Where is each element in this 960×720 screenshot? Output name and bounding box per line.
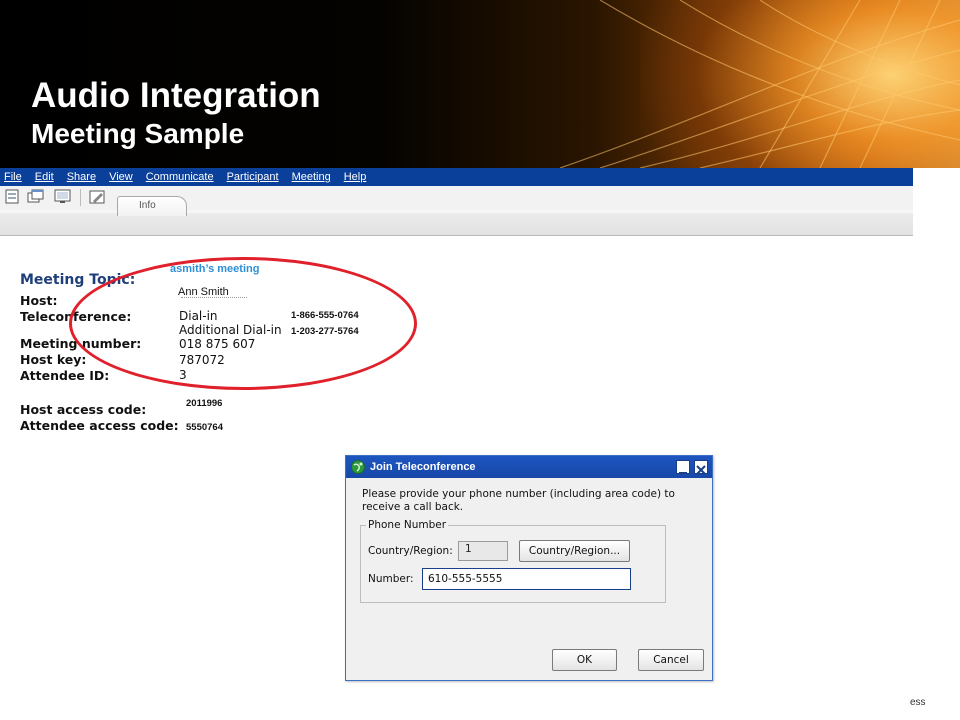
dialog-titlebar[interactable]: Join Teleconference <box>346 456 712 478</box>
phone-number-group <box>360 525 666 603</box>
tab-info-label: Info <box>139 200 156 211</box>
share-application-button[interactable] <box>26 189 46 205</box>
ok-button[interactable]: OK <box>552 649 617 671</box>
close-icon <box>696 465 706 475</box>
slide-subtitle: Meeting Sample <box>31 118 245 149</box>
pencil-icon <box>89 190 105 204</box>
slide-title: Audio Integration <box>31 76 321 115</box>
highlight-oval <box>69 257 417 390</box>
country-code-field[interactable]: 1 <box>458 541 508 561</box>
phone-number-group-label: Phone Number <box>366 519 449 531</box>
country-region-button[interactable]: Country/Region... <box>519 540 630 562</box>
attendee-id-label: Attendee ID: <box>20 368 110 383</box>
share-desktop-button[interactable] <box>3 189 23 205</box>
menu-meeting[interactable]: Meeting <box>292 171 331 183</box>
attendee-access-code-value: 5550764 <box>186 422 223 433</box>
menu-help[interactable]: Help <box>344 171 367 183</box>
monitor-icon <box>54 189 71 203</box>
tab-info[interactable]: Info <box>117 196 187 216</box>
join-teleconference-dialog: Join Teleconference Please provide your … <box>345 455 713 681</box>
menu-share[interactable]: Share <box>67 171 96 183</box>
host-label: Host: <box>20 293 58 308</box>
globe-icon <box>351 460 365 474</box>
host-key-label: Host key: <box>20 352 87 367</box>
toolbar-separator <box>80 189 81 206</box>
phone-number-input[interactable] <box>422 568 631 590</box>
footer-text-fragment: ess <box>910 697 926 708</box>
attendee-access-code-label: Attendee access code: <box>20 418 179 433</box>
menu-file[interactable]: File <box>4 171 22 183</box>
host-access-code-value: 2011996 <box>186 398 223 409</box>
number-label: Number: <box>368 573 414 585</box>
menu-participant[interactable]: Participant <box>227 171 279 183</box>
slide-header-banner: Audio Integration Meeting Sample <box>0 0 960 168</box>
minimize-button[interactable] <box>676 460 690 474</box>
dialog-title: Join Teleconference <box>370 461 476 473</box>
menu-edit[interactable]: Edit <box>35 171 54 183</box>
menu-bar: File Edit Share View Communicate Partici… <box>0 168 913 186</box>
tab-strip: Info <box>0 196 913 236</box>
share-window-button[interactable] <box>53 189 73 205</box>
host-access-code-label: Host access code: <box>20 402 147 417</box>
close-button[interactable] <box>694 460 708 475</box>
menu-view[interactable]: View <box>109 171 133 183</box>
country-region-label: Country/Region: <box>368 545 453 557</box>
cancel-button[interactable]: Cancel <box>638 649 704 671</box>
minimize-icon <box>679 472 687 474</box>
desktop-icon <box>5 189 19 204</box>
dialog-message: Please provide your phone number (includ… <box>362 488 675 513</box>
windows-icon <box>27 189 44 203</box>
menu-communicate[interactable]: Communicate <box>146 171 214 183</box>
annotate-button[interactable] <box>88 189 108 205</box>
